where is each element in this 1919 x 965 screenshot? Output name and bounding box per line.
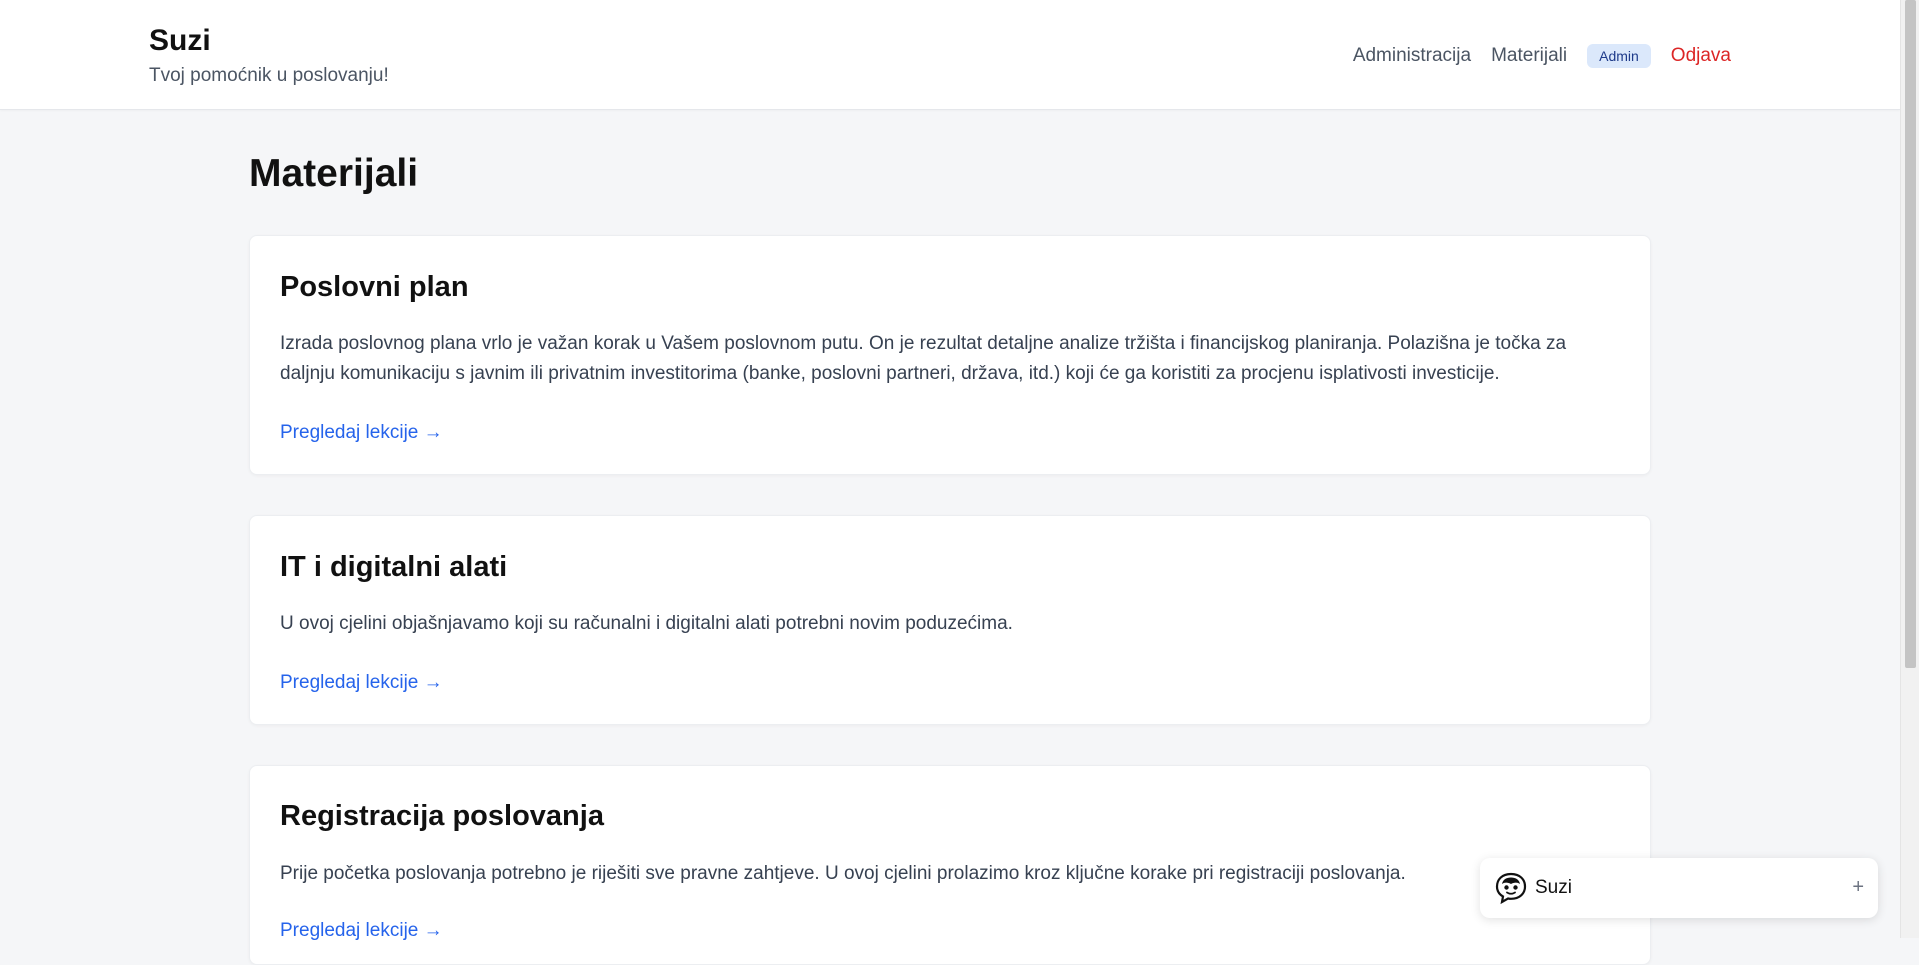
page-scrollbar[interactable] <box>1900 0 1919 938</box>
view-lessons-link[interactable]: Pregledaj lekcije → <box>280 670 443 696</box>
nav-link-materials[interactable]: Materijali <box>1491 43 1567 69</box>
page-title: Materijali <box>249 152 419 195</box>
card-description: U ovoj cjelini objašnjavamo koji su raču… <box>280 613 1013 634</box>
view-lessons-link[interactable]: Pregledaj lekcije → <box>280 420 443 446</box>
chat-assistant-name: Suzi <box>1535 877 1572 898</box>
card-title: Registracija poslovanja <box>280 800 604 832</box>
material-card: Registracija poslovanja Prije početka po… <box>249 765 1651 965</box>
role-badge: Admin <box>1587 44 1651 68</box>
top-navbar: Suzi Tvoj pomoćnik u poslovanju! Adminis… <box>0 0 1900 110</box>
expand-chat-icon[interactable]: + <box>1852 874 1864 900</box>
chat-widget[interactable]: Suzi + <box>1480 858 1878 918</box>
chat-assistant-icon <box>1495 872 1527 905</box>
material-card: IT i digitalni alati U ovoj cjelini obja… <box>249 515 1651 725</box>
material-card: Poslovni plan Izrada poslovnog plana vrl… <box>249 235 1651 475</box>
nav-link-administration[interactable]: Administracija <box>1353 43 1471 69</box>
card-title: Poslovni plan <box>280 271 469 303</box>
view-lessons-link[interactable]: Pregledaj lekcije → <box>280 918 443 944</box>
card-title: IT i digitalni alati <box>280 551 508 583</box>
card-description: Prije početka poslovanja potrebno je rij… <box>280 863 1406 884</box>
scrollbar-thumb[interactable] <box>1905 0 1916 668</box>
card-description: Izrada poslovnog plana vrlo je važan kor… <box>280 333 1567 384</box>
main-nav: Administracija Materijali Admin Odjava <box>1353 43 1731 69</box>
brand-tagline: Tvoj pomoćnik u poslovanju! <box>149 65 389 86</box>
brand-title[interactable]: Suzi <box>149 22 211 60</box>
logout-link[interactable]: Odjava <box>1671 43 1731 69</box>
